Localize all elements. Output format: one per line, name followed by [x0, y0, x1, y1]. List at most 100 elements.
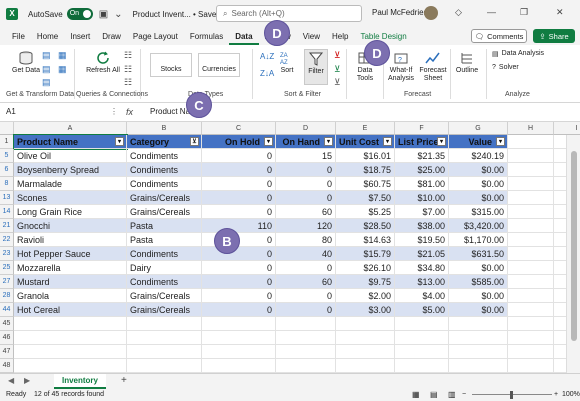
row-header[interactable]: 48 — [0, 359, 14, 373]
table-cell[interactable]: $28.50 — [336, 219, 395, 233]
row-header[interactable]: 13 — [0, 191, 14, 205]
table-cell[interactable]: Grains/Cereals — [127, 303, 202, 317]
empty-cell[interactable] — [14, 345, 127, 359]
empty-cell[interactable] — [508, 205, 554, 219]
table-cell[interactable]: 0 — [202, 149, 276, 163]
table-cell[interactable]: $16.01 — [336, 149, 395, 163]
table-cell[interactable]: $7.00 — [395, 205, 449, 219]
table-cell[interactable]: Condiments — [127, 275, 202, 289]
fx-icon[interactable]: fx — [126, 107, 133, 117]
table-header-cell[interactable]: On Hand ▾ — [276, 135, 336, 149]
empty-cell[interactable] — [14, 317, 127, 331]
empty-cell[interactable] — [395, 331, 449, 345]
row-header[interactable]: 45 — [0, 317, 14, 331]
table-cell[interactable]: 0 — [276, 289, 336, 303]
restore-icon[interactable]: ❐ — [520, 7, 528, 18]
column-header-e[interactable]: E — [336, 122, 395, 135]
table-cell[interactable]: Hot Cereal — [14, 303, 127, 317]
data-analysis-button[interactable]: ▤ Data Analysis — [492, 50, 544, 58]
table-header-cell[interactable]: Category ⊻ — [127, 135, 202, 149]
save-icon[interactable]: ▣ — [99, 9, 108, 20]
empty-cell[interactable] — [14, 359, 127, 373]
table-cell[interactable]: $34.80 — [395, 261, 449, 275]
table-cell[interactable]: $10.00 — [395, 191, 449, 205]
table-cell[interactable]: Ravioli — [14, 233, 127, 247]
diamond-icon[interactable]: ◇ — [455, 7, 462, 18]
empty-cell[interactable] — [276, 359, 336, 373]
table-cell[interactable]: Grains/Cereals — [127, 205, 202, 219]
filter-dropdown-icon[interactable]: ▾ — [115, 137, 124, 146]
close-icon[interactable]: ✕ — [556, 7, 564, 18]
row-header[interactable]: 5 — [0, 149, 14, 163]
filter-applied-icon[interactable]: ⊻ — [190, 137, 199, 146]
empty-cell[interactable] — [508, 331, 554, 345]
edit-links-icon[interactable]: ☷ — [124, 77, 132, 88]
empty-cell[interactable] — [336, 331, 395, 345]
row-header[interactable]: 27 — [0, 275, 14, 289]
row-header[interactable]: 28 — [0, 289, 14, 303]
empty-cell[interactable] — [508, 191, 554, 205]
empty-cell[interactable] — [127, 331, 202, 345]
row-header[interactable]: 21 — [0, 219, 14, 233]
table-cell[interactable]: Long Grain Rice — [14, 205, 127, 219]
empty-cell[interactable] — [449, 331, 508, 345]
row-header[interactable]: 25 — [0, 261, 14, 275]
table-cell[interactable]: 0 — [276, 163, 336, 177]
row-header[interactable]: 23 — [0, 247, 14, 261]
zoom-out-icon[interactable]: − — [462, 389, 466, 401]
row-header[interactable]: 6 — [0, 163, 14, 177]
user-name[interactable]: Paul McFedries — [372, 8, 428, 17]
empty-cell[interactable] — [395, 359, 449, 373]
table-cell[interactable]: Olive Oil — [14, 149, 127, 163]
table-cell[interactable]: Condiments — [127, 247, 202, 261]
vertical-scrollbar[interactable] — [566, 135, 580, 373]
empty-cell[interactable] — [508, 177, 554, 191]
table-header-cell[interactable]: Value ▾ — [449, 135, 508, 149]
empty-cell[interactable] — [508, 317, 554, 331]
stocks-button[interactable]: Stocks — [150, 53, 192, 77]
comments-button[interactable]: 🗨 Comments — [471, 29, 527, 43]
empty-cell[interactable] — [336, 359, 395, 373]
table-cell[interactable]: $25.00 — [395, 163, 449, 177]
minimize-icon[interactable]: — — [487, 7, 496, 17]
table-cell[interactable]: $631.50 — [449, 247, 508, 261]
empty-cell[interactable] — [508, 359, 554, 373]
outline-button[interactable]: Outline — [452, 51, 482, 75]
row-header[interactable]: 8 — [0, 177, 14, 191]
select-all-corner[interactable] — [0, 122, 14, 135]
table-cell[interactable]: Condiments — [127, 163, 202, 177]
table-cell[interactable]: $5.00 — [395, 303, 449, 317]
empty-cell[interactable] — [449, 317, 508, 331]
column-header-i[interactable]: I — [554, 122, 580, 135]
table-cell[interactable]: 0 — [202, 205, 276, 219]
tab-draw[interactable]: Draw — [96, 28, 127, 45]
autosave-toggle[interactable]: On — [66, 8, 93, 20]
empty-cell[interactable] — [202, 345, 276, 359]
sort-z-a-icon[interactable]: Z↓A — [260, 69, 274, 78]
column-header-g[interactable]: G — [449, 122, 508, 135]
row-header[interactable]: 44 — [0, 303, 14, 317]
table-cell[interactable]: $2.00 — [336, 289, 395, 303]
table-cell[interactable]: $0.00 — [449, 191, 508, 205]
page-break-icon[interactable]: ▥ — [448, 389, 456, 401]
table-cell[interactable]: $3.00 — [336, 303, 395, 317]
filter-dropdown-icon[interactable]: ▾ — [324, 137, 333, 146]
empty-cell[interactable] — [276, 345, 336, 359]
empty-cell[interactable] — [395, 317, 449, 331]
table-cell[interactable]: $15.79 — [336, 247, 395, 261]
table-cell[interactable]: Condiments — [127, 177, 202, 191]
worksheet-grid[interactable]: A B C D E F G H I 1 Product Name ▾ Category ⊻ On Hold ▾… — [0, 122, 580, 373]
table-cell[interactable]: Pasta — [127, 233, 202, 247]
empty-cell[interactable] — [202, 331, 276, 345]
page-layout-icon[interactable]: ▤ — [430, 389, 438, 401]
tab-page-layout[interactable]: Page Layout — [127, 28, 184, 45]
empty-cell[interactable] — [508, 149, 554, 163]
table-cell[interactable]: Mustard — [14, 275, 127, 289]
column-header-f[interactable]: F — [395, 122, 449, 135]
column-header-c[interactable]: C — [202, 122, 276, 135]
column-header-h[interactable]: H — [508, 122, 554, 135]
clear-filter-icon[interactable]: ⊻ — [334, 50, 341, 61]
table-cell[interactable]: $0.00 — [449, 261, 508, 275]
share-button[interactable]: ⇪ Share — [533, 29, 575, 43]
empty-cell[interactable] — [508, 163, 554, 177]
